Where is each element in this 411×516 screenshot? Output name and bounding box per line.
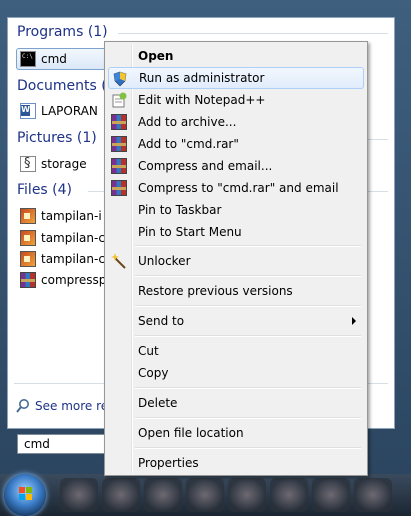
result-item-label: compressp bbox=[41, 273, 107, 287]
picture-icon bbox=[20, 156, 36, 172]
menu-item-label: Pin to Taskbar bbox=[138, 203, 222, 217]
menu-item-compress-and-email[interactable]: Compress and email... bbox=[108, 155, 364, 177]
menu-item-label: Compress and email... bbox=[138, 159, 273, 173]
taskbar-button[interactable] bbox=[186, 478, 224, 512]
taskbar-button[interactable] bbox=[228, 478, 266, 512]
menu-item-label: Open file location bbox=[138, 426, 244, 440]
winrar-icon bbox=[111, 136, 127, 152]
menu-item-copy[interactable]: Copy bbox=[108, 362, 364, 384]
taskbar-button[interactable] bbox=[270, 478, 308, 512]
menu-item-pin-to-start-menu[interactable]: Pin to Start Menu bbox=[108, 221, 364, 243]
menu-separator bbox=[135, 417, 361, 419]
taskbar bbox=[0, 474, 411, 516]
winrar-icon bbox=[111, 114, 127, 130]
search-icon bbox=[16, 399, 29, 413]
menu-item-label: Pin to Start Menu bbox=[138, 225, 242, 239]
group-divider bbox=[118, 33, 388, 34]
start-button[interactable] bbox=[4, 474, 46, 516]
search-input[interactable]: cmd bbox=[17, 434, 113, 454]
menu-separator bbox=[135, 305, 361, 307]
notepad-plus-icon bbox=[112, 92, 127, 108]
result-item-file[interactable]: tampilan-c bbox=[20, 228, 105, 248]
image-file-icon bbox=[20, 230, 36, 246]
taskbar-button[interactable] bbox=[312, 478, 350, 512]
winrar-archive-icon bbox=[20, 272, 36, 288]
menu-item-run-as-administrator[interactable]: Run as administrator bbox=[108, 67, 364, 89]
taskbar-button[interactable] bbox=[102, 478, 140, 512]
menu-item-add-to-archive[interactable]: Add to archive... bbox=[108, 111, 364, 133]
menu-item-open-file-location[interactable]: Open file location bbox=[108, 422, 364, 444]
taskbar-button[interactable] bbox=[354, 478, 392, 512]
result-item-picture[interactable]: storage bbox=[20, 154, 87, 174]
menu-item-unlocker[interactable]: Unlocker bbox=[108, 250, 364, 272]
image-file-icon bbox=[20, 208, 36, 224]
menu-item-restore-previous-versions[interactable]: Restore previous versions bbox=[108, 280, 364, 302]
menu-item-label: Add to "cmd.rar" bbox=[138, 137, 239, 151]
menu-separator bbox=[135, 447, 361, 449]
result-item-label: storage bbox=[41, 157, 87, 171]
menu-item-label: Restore previous versions bbox=[138, 284, 293, 298]
menu-item-label: Copy bbox=[138, 366, 169, 380]
menu-item-send-to[interactable]: Send to bbox=[108, 310, 364, 332]
winrar-icon bbox=[111, 180, 127, 196]
result-item-document[interactable]: LAPORAN bbox=[20, 101, 98, 121]
result-item-file[interactable]: tampilan-i bbox=[20, 206, 102, 226]
taskbar-button[interactable] bbox=[60, 478, 98, 512]
context-menu: Open Run as administrator Edit with Note… bbox=[104, 41, 368, 476]
group-header-files[interactable]: Files (4) bbox=[17, 182, 72, 198]
menu-item-cut[interactable]: Cut bbox=[108, 340, 364, 362]
menu-item-label: Compress to "cmd.rar" and email bbox=[138, 181, 339, 195]
result-item-label: tampilan-c bbox=[41, 231, 105, 245]
menu-item-add-to-cmd-rar[interactable]: Add to "cmd.rar" bbox=[108, 133, 364, 155]
cmd-icon bbox=[20, 51, 36, 67]
menu-item-label: Cut bbox=[138, 344, 159, 358]
menu-item-label: Run as administrator bbox=[139, 71, 265, 85]
menu-item-label: Unlocker bbox=[138, 254, 191, 268]
menu-item-label: Open bbox=[138, 49, 174, 63]
windows-logo-icon bbox=[19, 487, 32, 500]
menu-item-label: Delete bbox=[138, 396, 178, 410]
menu-separator bbox=[135, 275, 361, 277]
menu-item-properties[interactable]: Properties bbox=[108, 452, 364, 474]
taskbar-button[interactable] bbox=[144, 478, 182, 512]
menu-item-edit-with-notepad[interactable]: Edit with Notepad++ bbox=[108, 89, 364, 111]
result-item-file[interactable]: compressp bbox=[20, 270, 106, 290]
winrar-icon bbox=[111, 158, 127, 174]
uac-shield-icon bbox=[113, 71, 127, 87]
group-header-documents[interactable]: Documents ( bbox=[17, 78, 107, 94]
word-document-icon bbox=[20, 103, 36, 119]
menu-separator bbox=[135, 387, 361, 389]
group-header-programs[interactable]: Programs (1) bbox=[17, 24, 108, 40]
result-item-label: cmd bbox=[41, 52, 67, 66]
menu-item-compress-to-cmd-rar-and-email[interactable]: Compress to "cmd.rar" and email bbox=[108, 177, 364, 199]
result-item-file[interactable]: tampilan-c bbox=[20, 249, 105, 269]
group-header-pictures[interactable]: Pictures (1) bbox=[17, 130, 97, 146]
unlocker-wand-icon bbox=[111, 253, 126, 269]
menu-separator bbox=[135, 335, 361, 337]
menu-item-label: Send to bbox=[138, 314, 185, 328]
result-item-label: LAPORAN bbox=[41, 104, 98, 118]
menu-item-pin-to-taskbar[interactable]: Pin to Taskbar bbox=[108, 199, 364, 221]
menu-separator bbox=[135, 245, 361, 247]
menu-item-label: Properties bbox=[138, 456, 199, 470]
menu-item-label: Add to archive... bbox=[138, 115, 237, 129]
result-item-label: tampilan-c bbox=[41, 252, 105, 266]
image-file-icon bbox=[20, 251, 36, 267]
submenu-arrow-icon bbox=[352, 317, 356, 325]
menu-item-open[interactable]: Open bbox=[108, 45, 364, 67]
menu-item-label: Edit with Notepad++ bbox=[138, 93, 266, 107]
menu-item-delete[interactable]: Delete bbox=[108, 392, 364, 414]
result-item-label: tampilan-i bbox=[41, 209, 102, 223]
